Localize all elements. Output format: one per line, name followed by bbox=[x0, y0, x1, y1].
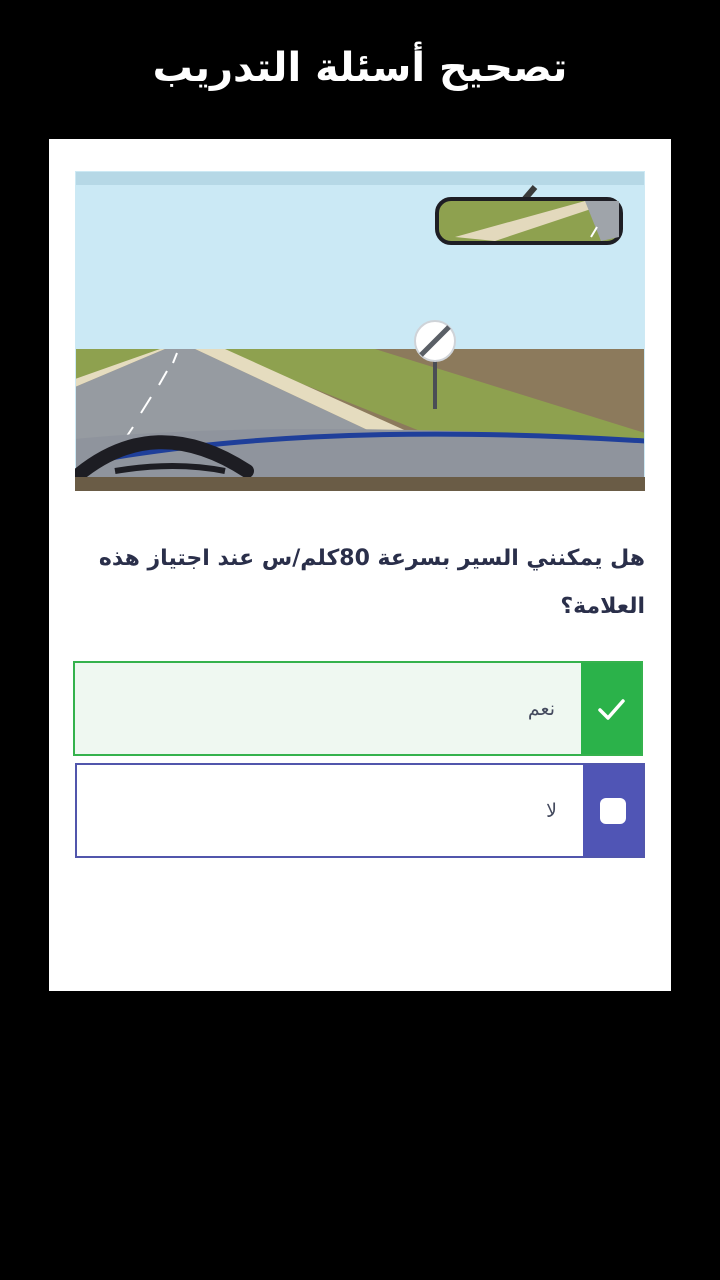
option-indicator bbox=[583, 765, 643, 856]
answer-option-no[interactable]: لا bbox=[75, 763, 645, 858]
checkbox-icon[interactable] bbox=[600, 797, 626, 824]
page-title: تصحيح أسئلة التدريب bbox=[152, 45, 568, 91]
answer-option-label: لا bbox=[546, 799, 557, 822]
correct-indicator bbox=[581, 663, 641, 754]
road-scene-image bbox=[75, 171, 645, 491]
checkmark-icon bbox=[598, 698, 625, 720]
answer-option-yes[interactable]: نعم bbox=[73, 661, 643, 756]
question-text: هل يمكنني السير بسرعة 80كلم/س عند اجتياز… bbox=[98, 546, 645, 619]
answer-option-label: نعم bbox=[527, 697, 555, 720]
page: تصحيح أسئلة التدريب هل يمكنني السير بسرع… bbox=[0, 0, 720, 1280]
question-card: هل يمكنني السير بسرعة 80كلم/س عند اجتياز… bbox=[49, 139, 671, 991]
